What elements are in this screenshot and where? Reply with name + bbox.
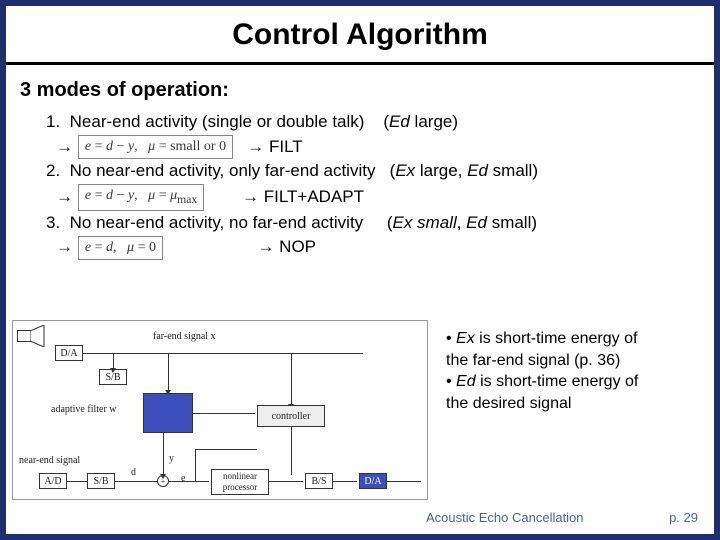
formula-box: e = d − y, μ = μmax bbox=[78, 184, 204, 211]
near-end-label: near-end signal bbox=[19, 455, 80, 466]
arrow-icon: → bbox=[56, 135, 73, 160]
footer-topic: Acoustic Echo Cancellation bbox=[426, 510, 584, 525]
formula-box: e = d, μ = 0 bbox=[78, 236, 163, 260]
mode-formula-row: → e = d − y, μ = small or 0 → FILT bbox=[42, 135, 700, 160]
mode-text: Near-end activity (single or double talk… bbox=[70, 112, 365, 131]
ad-block: A/D bbox=[39, 473, 67, 489]
mode-list: 1. Near-end activity (single or double t… bbox=[46, 110, 700, 260]
da-block: D/A bbox=[55, 345, 83, 361]
mode-formula-row: → e = d − y, μ = μmax → FILT+ADAPT bbox=[42, 184, 700, 211]
mode-cond: (Ex large, Ed small) bbox=[390, 161, 538, 180]
e-label: e bbox=[181, 473, 185, 484]
bullet-line: the desired signal bbox=[446, 393, 638, 415]
arrow-icon: → bbox=[247, 135, 264, 160]
slide-title: Control Algorithm bbox=[6, 6, 714, 62]
mode-text: No near-end activity, no far-end activit… bbox=[70, 213, 364, 232]
system-diagram: D/A S/B far-end signal x adaptive filter… bbox=[12, 320, 428, 500]
d-label: d bbox=[131, 467, 136, 478]
subheading: 3 modes of operation: bbox=[20, 79, 700, 102]
y-label: y bbox=[169, 453, 174, 464]
bullet-line: the far-end signal (p. 36) bbox=[446, 350, 638, 372]
mode-item: 1. Near-end activity (single or double t… bbox=[46, 110, 700, 135]
slide-frame: Control Algorithm 3 modes of operation: … bbox=[0, 0, 720, 540]
mode-num: 3. bbox=[46, 213, 60, 232]
bullet-line: • Ed is short-time energy of bbox=[446, 371, 638, 393]
content-area: 3 modes of operation: 1. Near-end activi… bbox=[6, 65, 714, 260]
mode-action: FILT+ADAPT bbox=[264, 187, 364, 206]
mode-action: FILT bbox=[269, 137, 303, 156]
mode-action: NOP bbox=[279, 237, 316, 256]
mode-formula-row: → e = d, μ = 0 → NOP bbox=[42, 235, 700, 260]
arrow-icon: → bbox=[56, 185, 73, 210]
adaptive-filter-label: adaptive filter w bbox=[51, 404, 117, 415]
mode-num: 2. bbox=[46, 161, 60, 180]
formula-box: e = d − y, μ = small or 0 bbox=[78, 135, 233, 159]
adaptive-filter-block bbox=[143, 393, 193, 433]
mode-cond: (Ed large) bbox=[383, 112, 458, 131]
arrow-icon: → bbox=[257, 235, 274, 260]
far-end-label: far-end signal x bbox=[153, 331, 216, 342]
controller-block: controller bbox=[257, 405, 325, 427]
da-block-2: D/A bbox=[359, 473, 387, 489]
mode-text: No near-end activity, only far-end activ… bbox=[70, 161, 376, 180]
mode-item: 2. No near-end activity, only far-end ac… bbox=[46, 159, 700, 184]
arrow-icon: → bbox=[242, 185, 259, 210]
speaker-icon bbox=[17, 325, 49, 347]
mode-num: 1. bbox=[46, 112, 60, 131]
arrow-icon: → bbox=[56, 235, 73, 260]
footer: Acoustic Echo Cancellation p. 29 bbox=[6, 510, 714, 530]
sb-block-2: S/B bbox=[87, 473, 115, 489]
footer-page: p. 29 bbox=[669, 510, 698, 525]
bullet-line: • Ex is short-time energy of bbox=[446, 328, 638, 350]
nlp-block: nonlinear processor bbox=[211, 469, 269, 495]
slide-body: Control Algorithm 3 modes of operation: … bbox=[6, 6, 714, 534]
bs-block: B/S bbox=[305, 473, 333, 489]
mode-item: 3. No near-end activity, no far-end acti… bbox=[46, 211, 700, 236]
lower-row: D/A S/B far-end signal x adaptive filter… bbox=[12, 320, 720, 500]
bullet-notes: • Ex is short-time energy of the far-end… bbox=[428, 320, 648, 500]
mode-cond: (Ex small, Ed small) bbox=[387, 213, 537, 232]
